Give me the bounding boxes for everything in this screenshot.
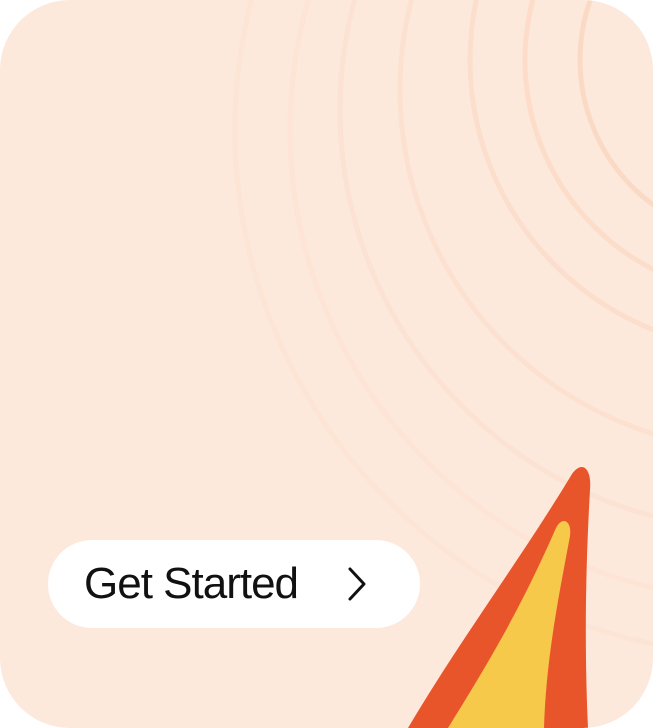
- promo-card: Get Started: [0, 0, 653, 728]
- chevron-right-icon: [348, 567, 366, 601]
- get-started-label: Get Started: [84, 559, 299, 608]
